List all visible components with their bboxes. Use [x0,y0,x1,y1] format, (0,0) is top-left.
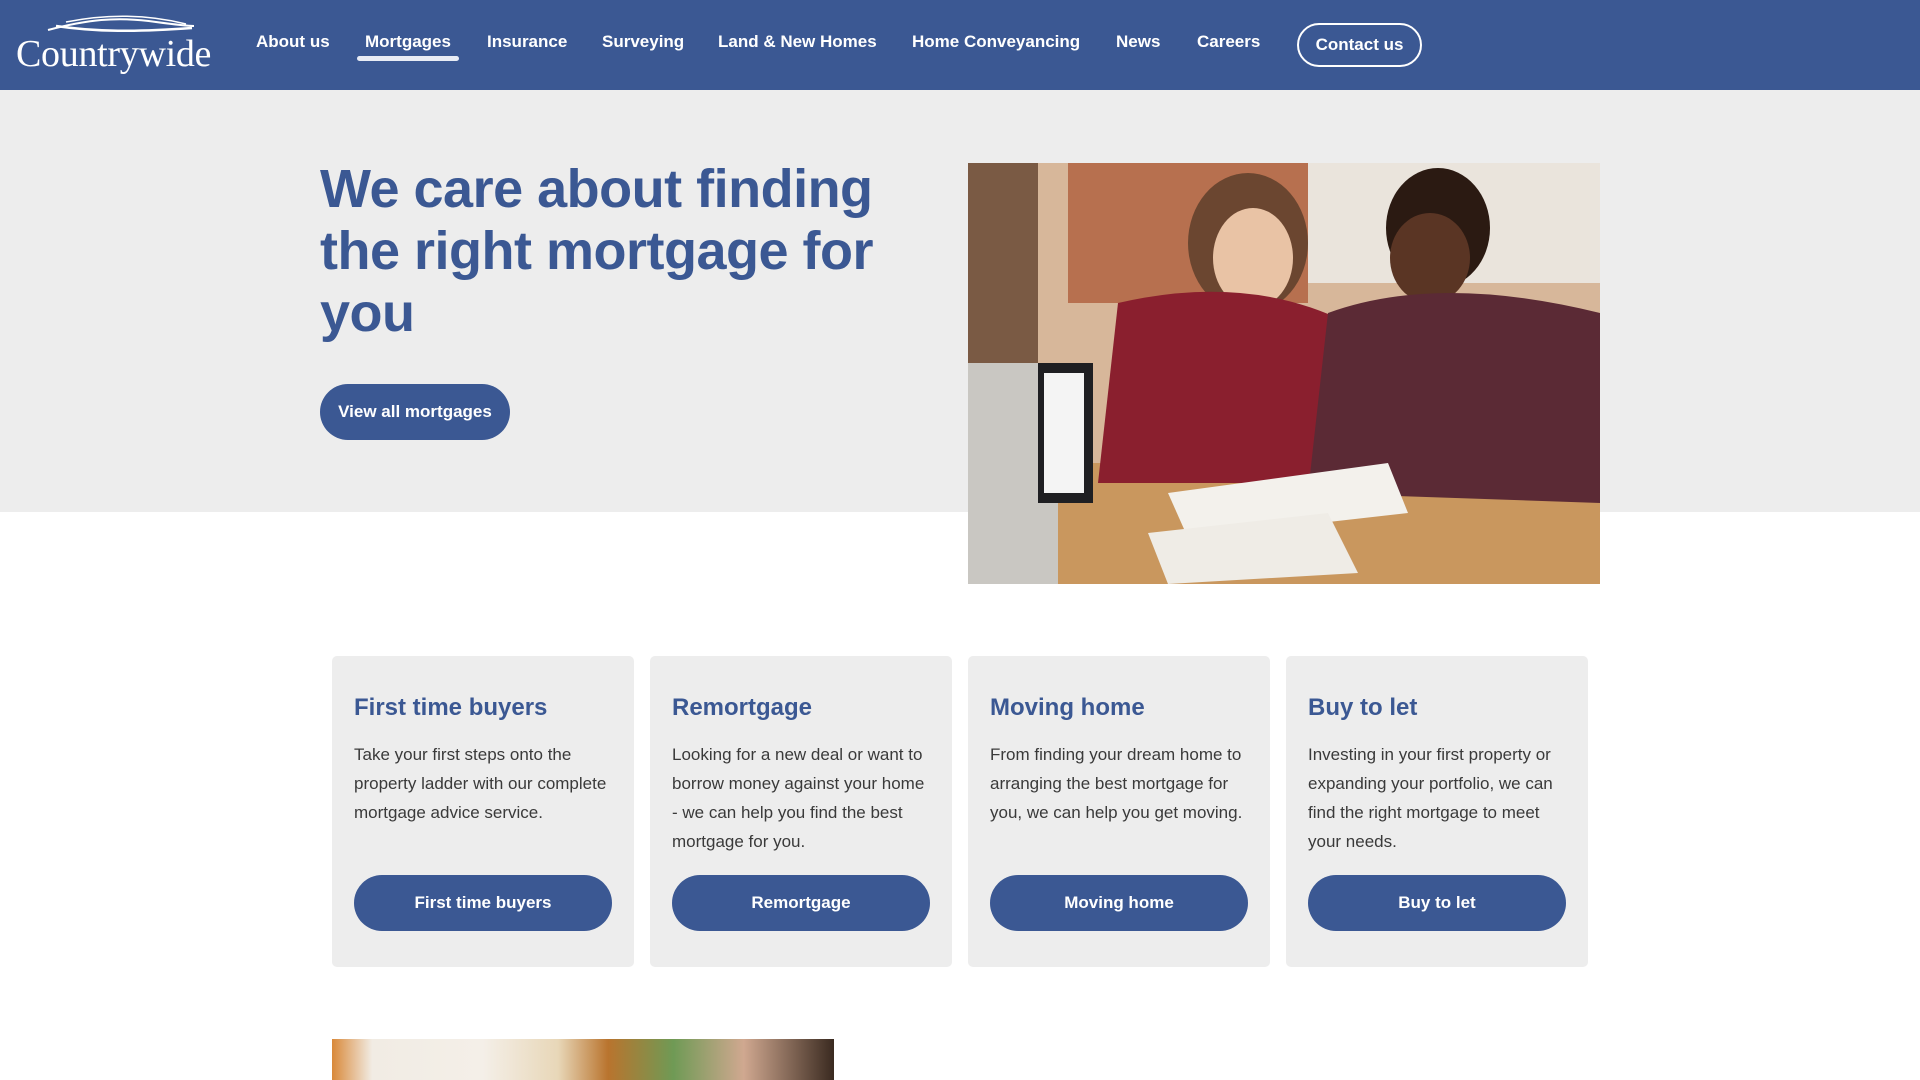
hero-title: We care about finding the right mortgage… [320,159,874,343]
moving-home-button[interactable]: Moving home [990,875,1248,931]
nav-careers[interactable]: Careers [1197,32,1260,52]
card-remortgage: Remortgage Looking for a new deal or wan… [650,656,952,967]
card-description: From finding your dream home to arrangin… [990,745,1243,822]
card-title: Moving home [990,694,1145,721]
card-description: Investing in your first property or expa… [1308,745,1553,851]
nav-mortgages[interactable]: Mortgages [357,32,459,61]
top-navigation: Countrywide About us Mortgages Insurance… [0,0,1920,90]
card-title: Remortgage [672,694,813,721]
first-time-buyers-button[interactable]: First time buyers [354,875,612,931]
contact-us-button[interactable]: Contact us [1297,23,1422,67]
card-moving-home: Moving home From finding your dream home… [968,656,1270,967]
nav-land-new-homes[interactable]: Land & New Homes [718,32,877,52]
card-title: First time buyers [354,694,548,721]
hero-section [0,90,1920,512]
card-first-time-buyers: First time buyers Take your first steps … [332,656,634,967]
card-title: Buy to let [1308,694,1418,721]
card-buy-to-let: Buy to let Investing in your first prope… [1286,656,1588,967]
hero-image [968,163,1600,584]
remortgage-button[interactable]: Remortgage [672,875,930,931]
nav-about-us[interactable]: About us [256,32,330,52]
countrywide-logo[interactable]: Countrywide [16,14,224,76]
logo-text: Countrywide [16,33,212,75]
view-all-mortgages-button[interactable]: View all mortgages [320,384,510,440]
nav-news[interactable]: News [1116,32,1160,52]
nav-insurance[interactable]: Insurance [487,32,567,52]
card-description: Take your first steps onto the property … [354,745,607,822]
nav-surveying[interactable]: Surveying [602,32,684,52]
buy-to-let-button[interactable]: Buy to let [1308,875,1566,931]
card-description: Looking for a new deal or want to borrow… [672,745,925,851]
hero-photo-illustration [968,163,1600,584]
nav-home-conveyancing[interactable]: Home Conveyancing [912,32,1080,52]
section-image [332,1039,834,1080]
